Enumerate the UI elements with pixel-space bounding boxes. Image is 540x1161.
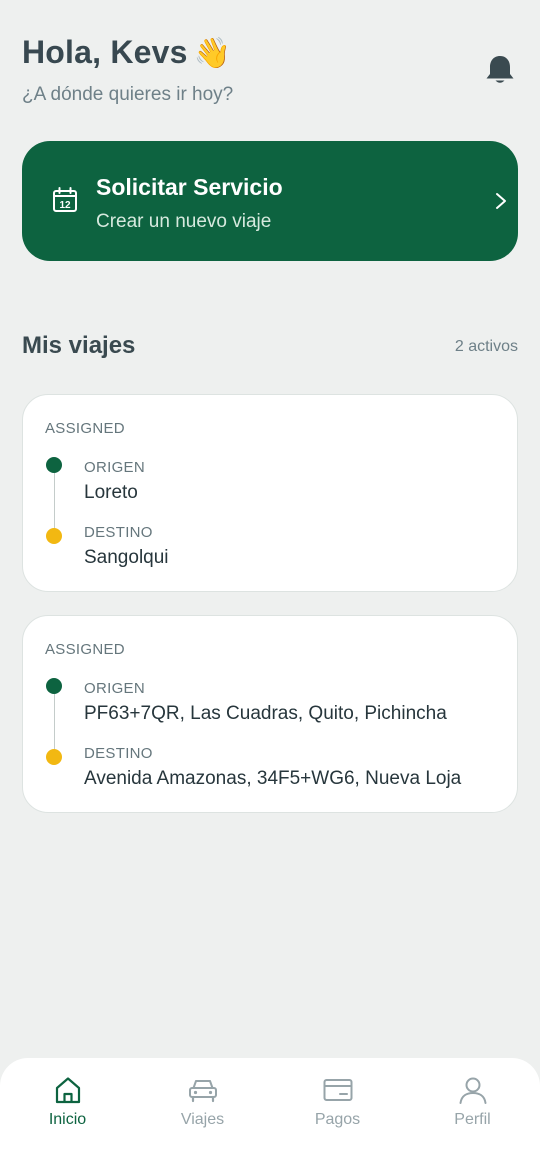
- trip-status: ASSIGNED: [45, 641, 125, 658]
- destination-value: Avenida Amazonas, 34F5+WG6, Nueva Loja: [84, 768, 462, 789]
- nav-label: Inicio: [48, 1111, 87, 1128]
- route-connector: [53, 694, 55, 750]
- bottom-navigation: Inicio Viajes Pagos Perfil: [0, 1058, 540, 1161]
- request-service-subtitle: Crear un nuevo viaje: [96, 211, 272, 232]
- destination-label: DESTINO: [84, 524, 153, 541]
- greeting-subtitle: ¿A dónde quieres ir hoy?: [22, 84, 234, 105]
- origin-value: PF63+7QR, Las Cuadras, Quito, Pichincha: [84, 703, 447, 724]
- my-trips-heading: Mis viajes: [22, 332, 136, 359]
- calendar-icon: 12: [53, 187, 77, 212]
- trip-card[interactable]: ASSIGNED ORIGEN Loreto DESTINO Sangolqui: [22, 394, 518, 592]
- destination-value: Sangolqui: [84, 547, 169, 568]
- request-service-title: Solicitar Servicio: [96, 174, 283, 200]
- nav-item-perfil[interactable]: Perfil: [405, 1058, 540, 1161]
- trip-status: ASSIGNED: [45, 420, 125, 437]
- origin-label: ORIGEN: [84, 459, 145, 476]
- destination-marker-icon: [46, 528, 62, 544]
- origin-label: ORIGEN: [84, 680, 145, 697]
- origin-value: Loreto: [84, 482, 138, 503]
- trip-card[interactable]: ASSIGNED ORIGEN PF63+7QR, Las Cuadras, Q…: [22, 615, 518, 813]
- notifications-button[interactable]: [482, 52, 518, 88]
- nav-label: Pagos: [314, 1111, 361, 1128]
- greeting-text: Hola, Kevs: [22, 34, 188, 70]
- origin-marker-icon: [46, 457, 62, 473]
- destination-marker-icon: [46, 749, 62, 765]
- user-icon: [459, 1077, 486, 1104]
- route-connector: [53, 473, 55, 529]
- bell-icon: [486, 56, 514, 83]
- nav-item-viajes[interactable]: Viajes: [135, 1058, 270, 1161]
- nav-label: Perfil: [454, 1111, 491, 1128]
- nav-label: Viajes: [180, 1111, 225, 1128]
- greeting-heading: Hola, Kevs 👋: [22, 34, 231, 71]
- home-icon: [55, 1077, 80, 1104]
- nav-item-pagos[interactable]: Pagos: [270, 1058, 405, 1161]
- wave-emoji: 👋: [193, 37, 232, 70]
- calendar-day: 12: [59, 200, 71, 211]
- active-trips-count: 2 activos: [454, 338, 518, 355]
- chevron-right-icon: [496, 193, 506, 209]
- destination-label: DESTINO: [84, 745, 153, 762]
- home-screen: Hola, Kevs 👋 ¿A dónde quieres ir hoy? 12 …: [0, 0, 540, 1161]
- origin-marker-icon: [46, 678, 62, 694]
- car-icon: [188, 1080, 217, 1103]
- request-service-button[interactable]: 12 Solicitar Servicio Crear un nuevo via…: [22, 141, 518, 261]
- credit-card-icon: [323, 1079, 352, 1101]
- nav-item-inicio[interactable]: Inicio: [0, 1058, 135, 1161]
